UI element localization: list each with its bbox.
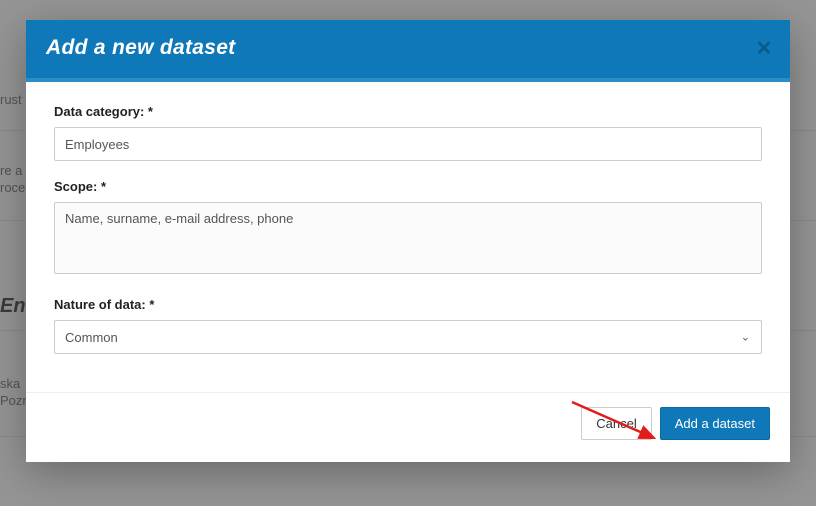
modal-header: Add a new dataset ✕ bbox=[26, 20, 790, 82]
close-icon[interactable]: ✕ bbox=[752, 37, 776, 61]
modal-body: Data category: * Scope: * Nature of data… bbox=[26, 82, 790, 386]
form-group-scope: Scope: * bbox=[54, 179, 762, 279]
nature-select[interactable]: Common bbox=[54, 320, 762, 354]
cancel-button[interactable]: Cancel bbox=[581, 407, 651, 440]
close-x: ✕ bbox=[756, 39, 773, 59]
nature-label: Nature of data: * bbox=[54, 297, 762, 312]
add-dataset-modal: Add a new dataset ✕ Data category: * Sco… bbox=[26, 20, 790, 462]
data-category-input[interactable] bbox=[54, 127, 762, 161]
modal-footer: Cancel Add a dataset bbox=[26, 392, 790, 462]
add-dataset-button[interactable]: Add a dataset bbox=[660, 407, 770, 440]
scope-label: Scope: * bbox=[54, 179, 762, 194]
data-category-label: Data category: * bbox=[54, 104, 762, 119]
form-group-data-category: Data category: * bbox=[54, 104, 762, 161]
form-group-nature: Nature of data: * Common ⌄ bbox=[54, 297, 762, 354]
scope-textarea[interactable] bbox=[54, 202, 762, 274]
modal-title: Add a new dataset bbox=[46, 36, 770, 60]
